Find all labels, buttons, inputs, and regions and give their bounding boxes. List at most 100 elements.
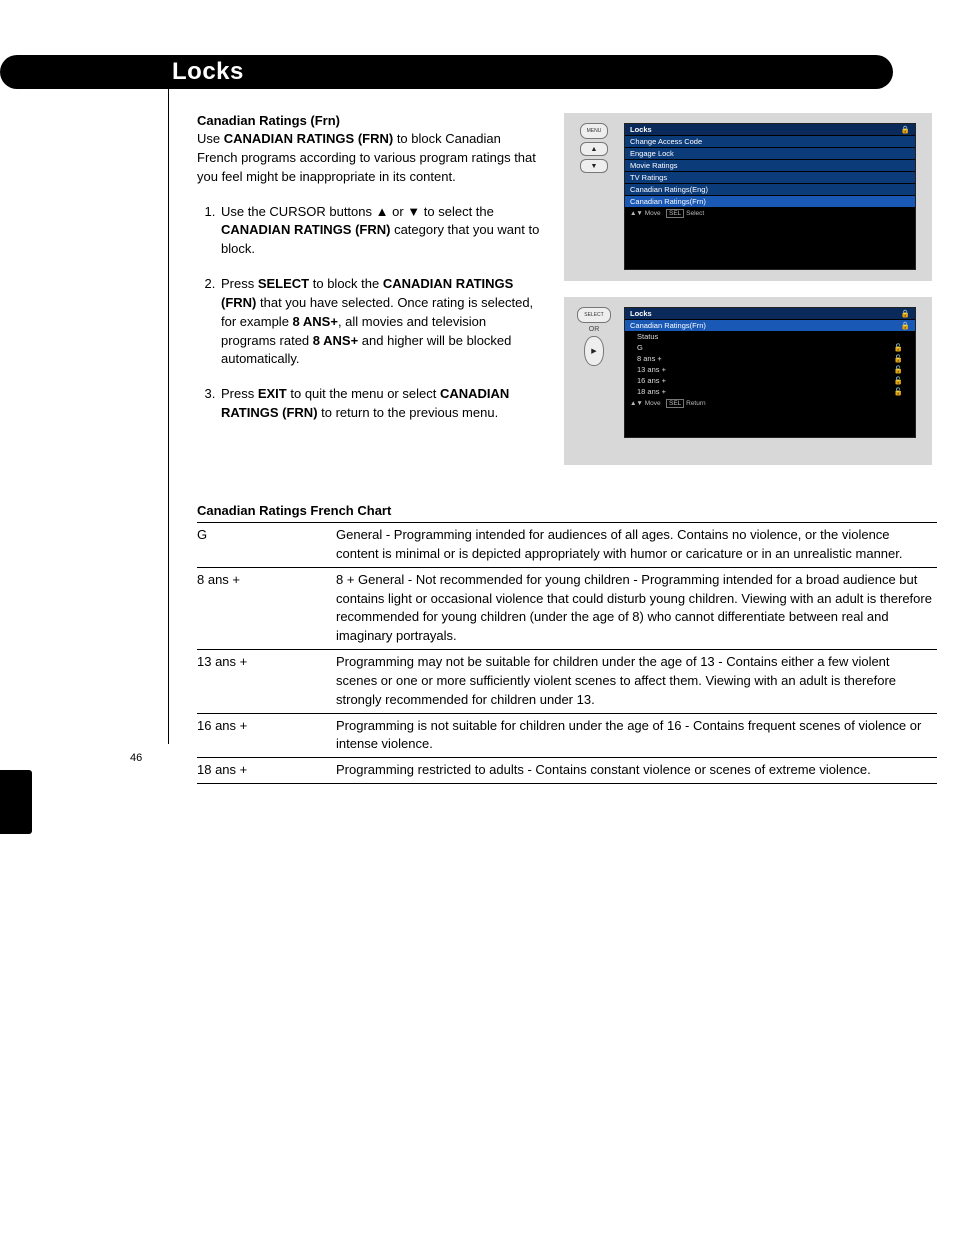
remote-buttons-2: SELECT OR ▶: [572, 307, 616, 366]
osd-item-label: TV Ratings: [630, 173, 667, 182]
rating-cell: 8 ans +: [197, 567, 336, 649]
text: Canadian Ratings(Frn): [630, 321, 706, 330]
text: 8 ans +: [637, 354, 662, 363]
osd-subtitle: Canadian Ratings(Frn) 🔒: [625, 320, 915, 331]
text: Locks: [630, 125, 652, 134]
text-bold: CANADIAN RATINGS (FRN): [224, 131, 393, 146]
text-bold: CANADIAN RATINGS (FRN): [221, 222, 390, 237]
text: G: [637, 343, 643, 352]
unlock-icon: 🔓: [894, 387, 903, 396]
or-label: OR: [589, 326, 600, 333]
osd-item-label: Canadian Ratings(Eng): [630, 185, 708, 194]
unlock-icon: 🔓: [894, 376, 903, 385]
text: 13 ans +: [637, 365, 666, 374]
step-3: Press EXIT to quit the menu or select CA…: [219, 385, 542, 423]
up-button-icon: ▲: [580, 142, 608, 156]
osd-item: Engage Lock: [625, 148, 915, 159]
osd-column: MENU ▲ ▼ Locks 🔒 Change Access Code Enga…: [564, 113, 932, 481]
section-heading: Canadian Ratings (Frn): [197, 113, 542, 128]
text: SEL: [666, 209, 684, 218]
steps-list: Use the CURSOR buttons ▲ or ▼ to select …: [197, 203, 542, 423]
unlock-icon: 🔓: [894, 354, 903, 363]
osd-rating-row: G🔓: [625, 342, 915, 353]
step-2: Press SELECT to block the CANADIAN RATIN…: [219, 275, 542, 369]
osd-status-row: Status: [625, 331, 915, 342]
text: to block the: [309, 276, 383, 291]
thumb-tab: [0, 770, 32, 834]
menu-button-icon: MENU: [580, 123, 608, 139]
remote-buttons-1: MENU ▲ ▼: [572, 123, 616, 173]
text: Move: [645, 210, 661, 217]
table-row: G General - Programming intended for aud…: [197, 523, 937, 568]
text: to return to the previous menu.: [318, 405, 499, 420]
page: Locks Canadian Ratings (Frn) Use CANADIA…: [0, 0, 954, 784]
osd-item-label: Movie Ratings: [630, 161, 678, 170]
osd-title: Locks 🔒: [625, 308, 915, 319]
osd-hint: ▲▼ Move SEL Select: [625, 208, 915, 219]
text-bold: 8 ANS+: [293, 314, 338, 329]
osd-rating-row: 13 ans + 🔓: [625, 364, 915, 375]
step-1: Use the CURSOR buttons ▲ or ▼ to select …: [219, 203, 542, 260]
rating-cell: 16 ans +: [197, 713, 336, 758]
osd-rating-row: 18 ans + 🔓: [625, 386, 915, 397]
text-bold: SELECT: [258, 276, 309, 291]
text: 16 ans +: [637, 376, 666, 385]
osd-screen-2: Locks 🔒 Canadian Ratings(Frn) 🔒 Status G…: [624, 307, 916, 438]
body-text-column: Canadian Ratings (Frn) Use CANADIAN RATI…: [197, 113, 542, 439]
page-number: 46: [130, 752, 142, 764]
osd-item-label: Change Access Code: [630, 137, 702, 146]
title-bar: Locks: [0, 55, 893, 89]
rating-cell: G: [197, 523, 336, 568]
lock-icon: 🔒: [901, 125, 910, 134]
osd-item: TV Ratings: [625, 172, 915, 183]
select-button-icon: SELECT: [577, 307, 611, 323]
rating-cell: 13 ans +: [197, 650, 336, 714]
osd-box-2: SELECT OR ▶ Locks 🔒 Canadian Ratings(Frn…: [564, 297, 932, 465]
text-bold: 8 ANS+: [313, 333, 358, 348]
divider-vertical: [168, 83, 169, 744]
osd-title: Locks 🔒: [625, 124, 915, 135]
down-button-icon: ▼: [580, 159, 608, 173]
rating-cell: 18 ans +: [197, 758, 336, 784]
desc-cell: Programming restricted to adults - Conta…: [336, 758, 937, 784]
table-row: 8 ans + 8 + General - Not recommended fo…: [197, 567, 937, 649]
table-row: 13 ans + Programming may not be suitable…: [197, 650, 937, 714]
text: to select the: [420, 204, 494, 219]
down-arrow-icon: ▼: [407, 204, 420, 219]
text: to quit the menu or select: [287, 386, 440, 401]
text: Use: [197, 131, 224, 146]
osd-hint: ▲▼ Move SEL Return: [625, 398, 915, 409]
text: or: [389, 204, 408, 219]
table-row: 16 ans + Programming is not suitable for…: [197, 713, 937, 758]
desc-cell: General - Programming intended for audie…: [336, 523, 937, 568]
text: Return: [686, 400, 706, 407]
text-bold: EXIT: [258, 386, 287, 401]
text: Press: [221, 276, 258, 291]
text: Status: [637, 332, 658, 341]
osd-rating-row: 8 ans + 🔓: [625, 353, 915, 364]
text: 18 ans +: [637, 387, 666, 396]
intro-paragraph: Use CANADIAN RATINGS (FRN) to block Cana…: [197, 130, 542, 187]
unlock-icon: 🔓: [894, 343, 903, 352]
osd-rating-row: 16 ans + 🔓: [625, 375, 915, 386]
text: Use the CURSOR buttons: [221, 204, 376, 219]
osd-item: Change Access Code: [625, 136, 915, 147]
right-button-icon: ▶: [584, 336, 604, 366]
osd-item-label: Engage Lock: [630, 149, 674, 158]
osd-screen-1: Locks 🔒 Change Access Code Engage Lock M…: [624, 123, 916, 270]
unlock-icon: 🔓: [894, 365, 903, 374]
ratings-table: G General - Programming intended for aud…: [197, 522, 937, 784]
desc-cell: Programming may not be suitable for chil…: [336, 650, 937, 714]
text: Select: [686, 210, 704, 217]
text: SEL: [666, 399, 684, 408]
desc-cell: 8 + General - Not recommended for young …: [336, 567, 937, 649]
lock-icon: 🔒: [901, 321, 910, 330]
page-title: Locks: [0, 55, 893, 89]
text: Press: [221, 386, 258, 401]
text: Move: [645, 400, 661, 407]
chart-title: Canadian Ratings French Chart: [197, 503, 894, 518]
lock-icon: 🔒: [901, 309, 910, 318]
table-row: 18 ans + Programming restricted to adult…: [197, 758, 937, 784]
osd-item: Canadian Ratings(Eng): [625, 184, 915, 195]
osd-box-1: MENU ▲ ▼ Locks 🔒 Change Access Code Enga…: [564, 113, 932, 281]
